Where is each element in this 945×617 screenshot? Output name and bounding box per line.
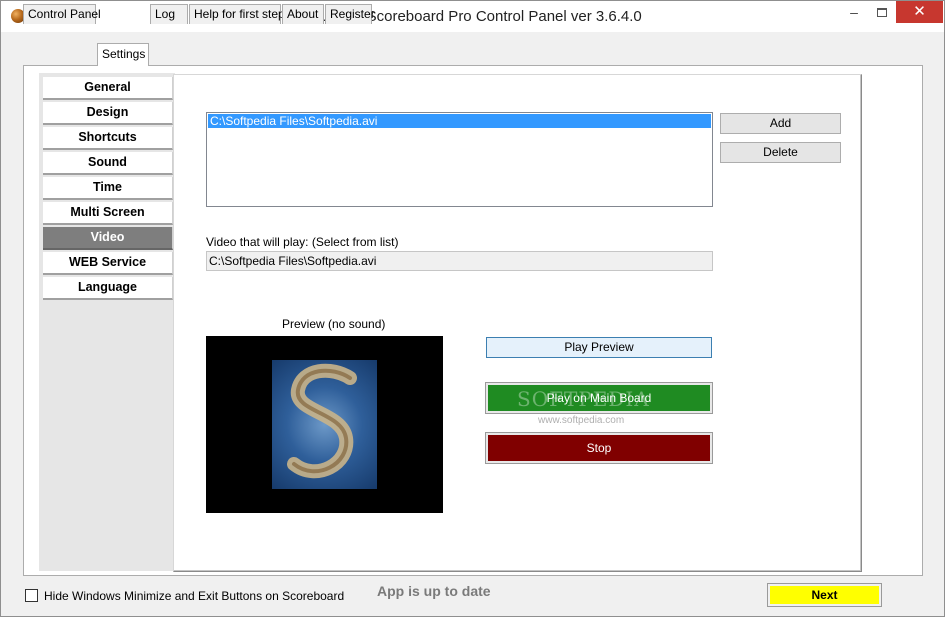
sidebar-item-general[interactable]: General (43, 77, 173, 100)
preview-label: Preview (no sound) (282, 317, 386, 331)
video-will-play-label: Video that will play: (Select from list) (206, 235, 399, 249)
preview-frame-image (272, 360, 377, 489)
tab-register[interactable]: Register (325, 4, 375, 24)
play-on-main-board-button[interactable]: Play on Main Board (485, 382, 713, 414)
maximize-icon (877, 8, 887, 17)
sidebar-item-multi-screen[interactable]: Multi Screen (43, 202, 173, 225)
video-file-list[interactable]: C:\Softpedia Files\Softpedia.avi (206, 112, 713, 207)
sidebar-item-shortcuts[interactable]: Shortcuts (43, 127, 173, 150)
sidebar-item-web-service[interactable]: WEB Service (43, 252, 173, 275)
sidebar-item-language[interactable]: Language (43, 277, 173, 300)
hide-buttons-checkbox[interactable] (25, 589, 38, 602)
sidebar-item-video[interactable]: Video (43, 227, 173, 250)
tab-log[interactable]: Log (150, 4, 188, 24)
sidebar-item-sound[interactable]: Sound (43, 152, 173, 175)
sidebar-item-design[interactable]: Design (43, 102, 173, 125)
update-status-text: App is up to date (377, 583, 491, 599)
minimize-button[interactable]: – (839, 1, 869, 23)
next-button[interactable]: Next (767, 583, 882, 607)
softpedia-s-logo-icon (287, 363, 357, 479)
title-bar: Eguasoft Scoreboard Pro Control Panel ve… (1, 1, 944, 32)
video-will-play-field: C:\Softpedia Files\Softpedia.avi (206, 251, 713, 271)
hide-buttons-label[interactable]: Hide Windows Minimize and Exit Buttons o… (44, 589, 344, 603)
maximize-button[interactable] (869, 1, 895, 23)
tab-help-first-step[interactable]: Help for first step (189, 4, 285, 24)
video-preview (206, 336, 443, 513)
tab-about[interactable]: About (282, 4, 324, 24)
stop-button[interactable]: Stop (485, 432, 713, 464)
close-button[interactable]: ✕ (896, 1, 943, 23)
tab-control-panel[interactable]: Control Panel (23, 4, 101, 24)
tab-settings[interactable]: Settings (97, 43, 149, 66)
delete-button[interactable]: Delete (720, 142, 841, 163)
add-button[interactable]: Add (720, 113, 841, 134)
list-item[interactable]: C:\Softpedia Files\Softpedia.avi (208, 114, 711, 128)
app-window: Eguasoft Scoreboard Pro Control Panel ve… (0, 0, 945, 617)
play-preview-button[interactable]: Play Preview (486, 337, 712, 358)
window-title: Eguasoft Scoreboard Pro Control Panel ve… (303, 8, 642, 25)
sidebar-item-time[interactable]: Time (43, 177, 173, 200)
